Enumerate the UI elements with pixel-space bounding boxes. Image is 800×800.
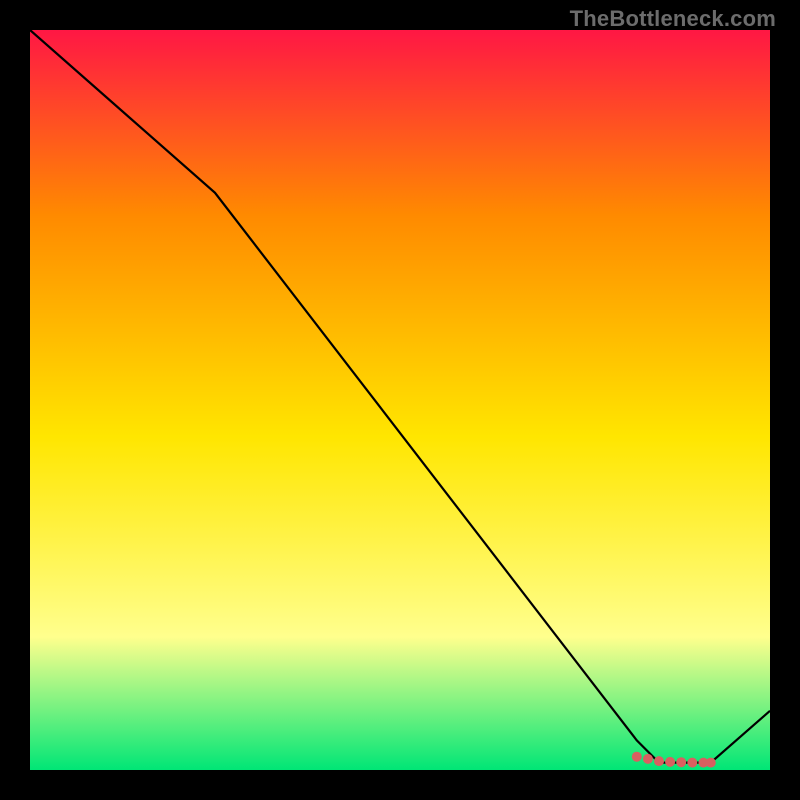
plot-area <box>30 30 770 770</box>
gradient-background <box>30 30 770 770</box>
marker-point <box>676 757 686 767</box>
marker-point <box>706 758 716 768</box>
marker-point <box>654 756 664 766</box>
marker-point <box>665 757 675 767</box>
marker-point <box>643 754 653 764</box>
marker-point <box>687 758 697 768</box>
chart-frame: TheBottleneck.com <box>0 0 800 800</box>
marker-point <box>632 752 642 762</box>
watermark-text: TheBottleneck.com <box>570 6 776 32</box>
plot-svg <box>30 30 770 770</box>
